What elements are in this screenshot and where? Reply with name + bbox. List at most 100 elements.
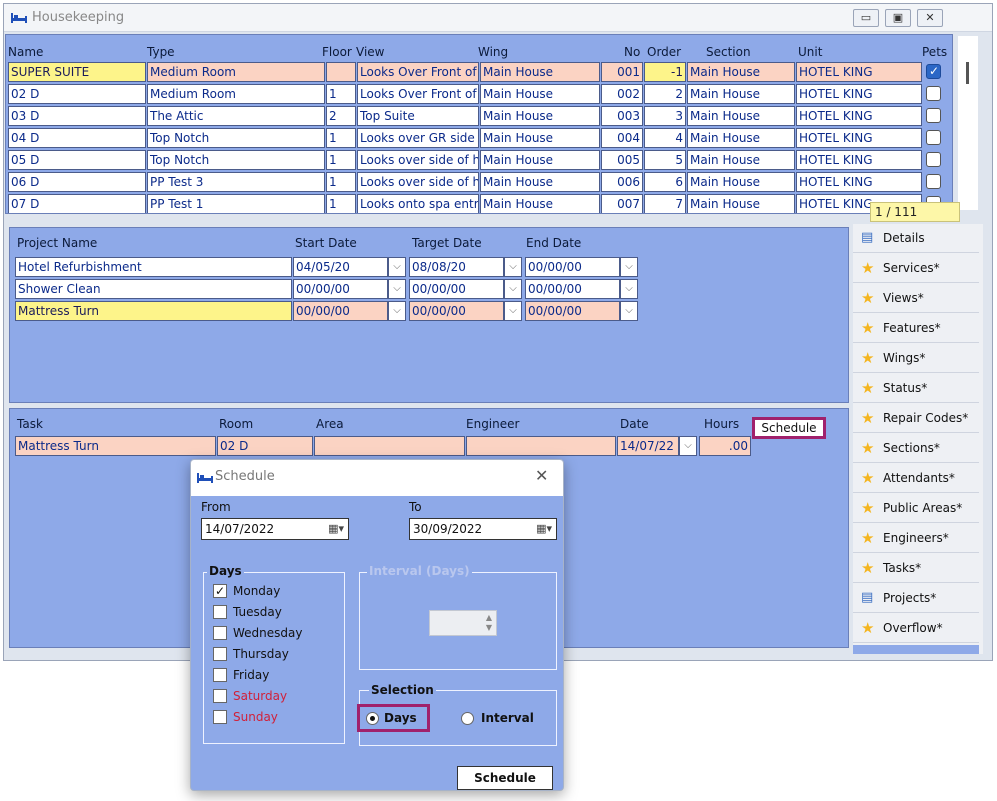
cell-no[interactable]: 005 (601, 150, 643, 170)
chevron-down-icon[interactable]: ⌵ (504, 301, 522, 321)
project-end-date[interactable]: 00/00/00 (525, 257, 620, 277)
project-header-target[interactable]: Target Date (412, 236, 482, 250)
task-header-hours[interactable]: Hours (704, 417, 739, 431)
day-option-thursday[interactable]: Thursday (213, 645, 343, 663)
task-row[interactable]: Mattress Turn 02 D 14/07/22 ⌵ .00 (10, 435, 760, 457)
sidenav-item-projects[interactable]: ▤ Projects* (853, 584, 979, 613)
task-area-cell[interactable] (314, 436, 465, 456)
sidenav-item-repair-codes[interactable]: ★ Repair Codes* (853, 404, 979, 433)
cell-unit[interactable]: HOTEL KING (796, 106, 922, 126)
sidenav-item-details[interactable]: ▤ Details (853, 224, 979, 253)
cell-section[interactable]: Main House (687, 194, 795, 213)
table-row[interactable]: 02 D Medium Room 1 Looks Over Front of Main … (6, 83, 952, 105)
project-row[interactable]: Shower Clean 00/00/00 ⌵ 00/00/00 ⌵ 00/00/00 ⌵ (10, 278, 650, 300)
task-room-cell[interactable]: 02 D (217, 436, 313, 456)
cell-wing[interactable]: Main House (480, 194, 600, 213)
cell-section[interactable]: Main House (687, 128, 795, 148)
cell-floor[interactable]: 2 (326, 106, 356, 126)
day-checkbox[interactable] (213, 626, 227, 640)
cell-name[interactable]: 06 D (8, 172, 146, 192)
cell-name[interactable]: 07 D (8, 194, 146, 213)
sidenav-item-features[interactable]: ★ Features* (853, 314, 979, 343)
table-row[interactable]: 07 D PP Test 1 1 Looks onto spa entr Main Ho… (6, 193, 952, 213)
task-header-area[interactable]: Area (316, 417, 344, 431)
project-end-date[interactable]: 00/00/00 (525, 279, 620, 299)
cell-floor[interactable]: 1 (326, 194, 356, 213)
day-checkbox[interactable] (213, 689, 227, 703)
column-header-floor[interactable]: Floor (322, 45, 352, 59)
table-row[interactable]: 06 D PP Test 3 1 Looks over side of h Main H… (6, 171, 952, 193)
sidenav-item-attendants[interactable]: ★ Attendants* (853, 464, 979, 493)
column-header-order[interactable]: Order (647, 45, 681, 59)
cell-no[interactable]: 006 (601, 172, 643, 192)
table-row[interactable]: 04 D Top Notch 1 Looks over GR side Main Hou… (6, 127, 952, 149)
task-date-cell[interactable]: 14/07/22 (617, 436, 679, 456)
minimize-button[interactable]: ▭ (853, 9, 879, 27)
cell-name[interactable]: 02 D (8, 84, 146, 104)
cell-name[interactable]: SUPER SUITE (8, 62, 146, 82)
dialog-close-icon[interactable]: ✕ (535, 466, 548, 485)
day-option-wednesday[interactable]: Wednesday (213, 624, 343, 642)
day-option-monday[interactable]: ✓ Monday (213, 582, 343, 600)
cell-name[interactable]: 03 D (8, 106, 146, 126)
cell-no[interactable]: 007 (601, 194, 643, 213)
sidenav-item-status[interactable]: ★ Status* (853, 374, 979, 403)
cell-wing[interactable]: Main House (480, 128, 600, 148)
task-engineer-cell[interactable] (466, 436, 616, 456)
from-date-field[interactable]: 14/07/2022 ▦▾ (201, 518, 349, 540)
cell-unit[interactable]: HOTEL KING (796, 62, 922, 82)
cell-wing[interactable]: Main House (480, 150, 600, 170)
project-end-date[interactable]: 00/00/00 (525, 301, 620, 321)
cell-unit[interactable]: HOTEL KING (796, 172, 922, 192)
cell-type[interactable]: Top Notch (147, 128, 325, 148)
day-checkbox[interactable] (213, 710, 227, 724)
sidenav-item-overflow[interactable]: ★ Overflow* (853, 614, 979, 643)
pets-checkbox[interactable] (926, 152, 941, 167)
sidenav-item-services[interactable]: ★ Services* (853, 254, 979, 283)
cell-order[interactable]: -1 (644, 62, 686, 82)
spinner-arrows-icon[interactable]: ▲ ▼ (486, 613, 492, 633)
day-option-sunday[interactable]: Sunday (213, 708, 343, 726)
task-name-cell[interactable]: Mattress Turn (15, 436, 216, 456)
cell-type[interactable]: The Attic (147, 106, 325, 126)
cell-floor[interactable]: 1 (326, 172, 356, 192)
chevron-down-icon[interactable]: ⌵ (504, 279, 522, 299)
sidenav-item-views[interactable]: ★ Views* (853, 284, 979, 313)
interval-radio-label[interactable]: Interval (481, 711, 534, 725)
pets-checkbox[interactable] (926, 130, 941, 145)
chevron-down-icon[interactable]: ⌵ (388, 257, 406, 277)
cell-wing[interactable]: Main House (480, 172, 600, 192)
cell-order[interactable]: 6 (644, 172, 686, 192)
column-header-type[interactable]: Type (147, 45, 175, 59)
to-date-field[interactable]: 30/09/2022 ▦▾ (409, 518, 557, 540)
cell-type[interactable]: Top Notch (147, 150, 325, 170)
project-name-cell[interactable]: Mattress Turn (15, 301, 292, 321)
task-hours-cell[interactable]: .00 (699, 436, 751, 456)
rooms-scroll-thumb[interactable] (966, 62, 969, 84)
task-header-task[interactable]: Task (17, 417, 43, 431)
column-header-no[interactable]: No (624, 45, 640, 59)
chevron-down-icon[interactable]: ⌵ (504, 257, 522, 277)
column-header-pets[interactable]: Pets (922, 45, 947, 59)
sidenav-item-engineers[interactable]: ★ Engineers* (853, 524, 979, 553)
project-header-name[interactable]: Project Name (17, 236, 97, 250)
schedule-open-button[interactable]: Schedule (752, 417, 826, 439)
cell-no[interactable]: 002 (601, 84, 643, 104)
cell-view[interactable]: Looks over side of h (357, 150, 479, 170)
schedule-submit-button[interactable]: Schedule (457, 766, 553, 790)
chevron-down-icon[interactable]: ⌵ (620, 279, 638, 299)
rooms-grid[interactable]: Name Type Floor View Wing No Order Section Unit P… (5, 34, 953, 214)
project-name-cell[interactable]: Shower Clean (15, 279, 292, 299)
chevron-down-icon[interactable]: ⌵ (388, 301, 406, 321)
cell-no[interactable]: 004 (601, 128, 643, 148)
chevron-down-icon[interactable]: ⌵ (679, 436, 697, 456)
sidenav-item-wings[interactable]: ★ Wings* (853, 344, 979, 373)
column-header-name[interactable]: Name (8, 45, 43, 59)
cell-order[interactable]: 5 (644, 150, 686, 170)
cell-no[interactable]: 003 (601, 106, 643, 126)
cell-floor[interactable]: 1 (326, 128, 356, 148)
day-checkbox[interactable] (213, 605, 227, 619)
cell-wing[interactable]: Main House (480, 106, 600, 126)
cell-floor[interactable]: 1 (326, 150, 356, 170)
cell-floor[interactable]: 1 (326, 84, 356, 104)
